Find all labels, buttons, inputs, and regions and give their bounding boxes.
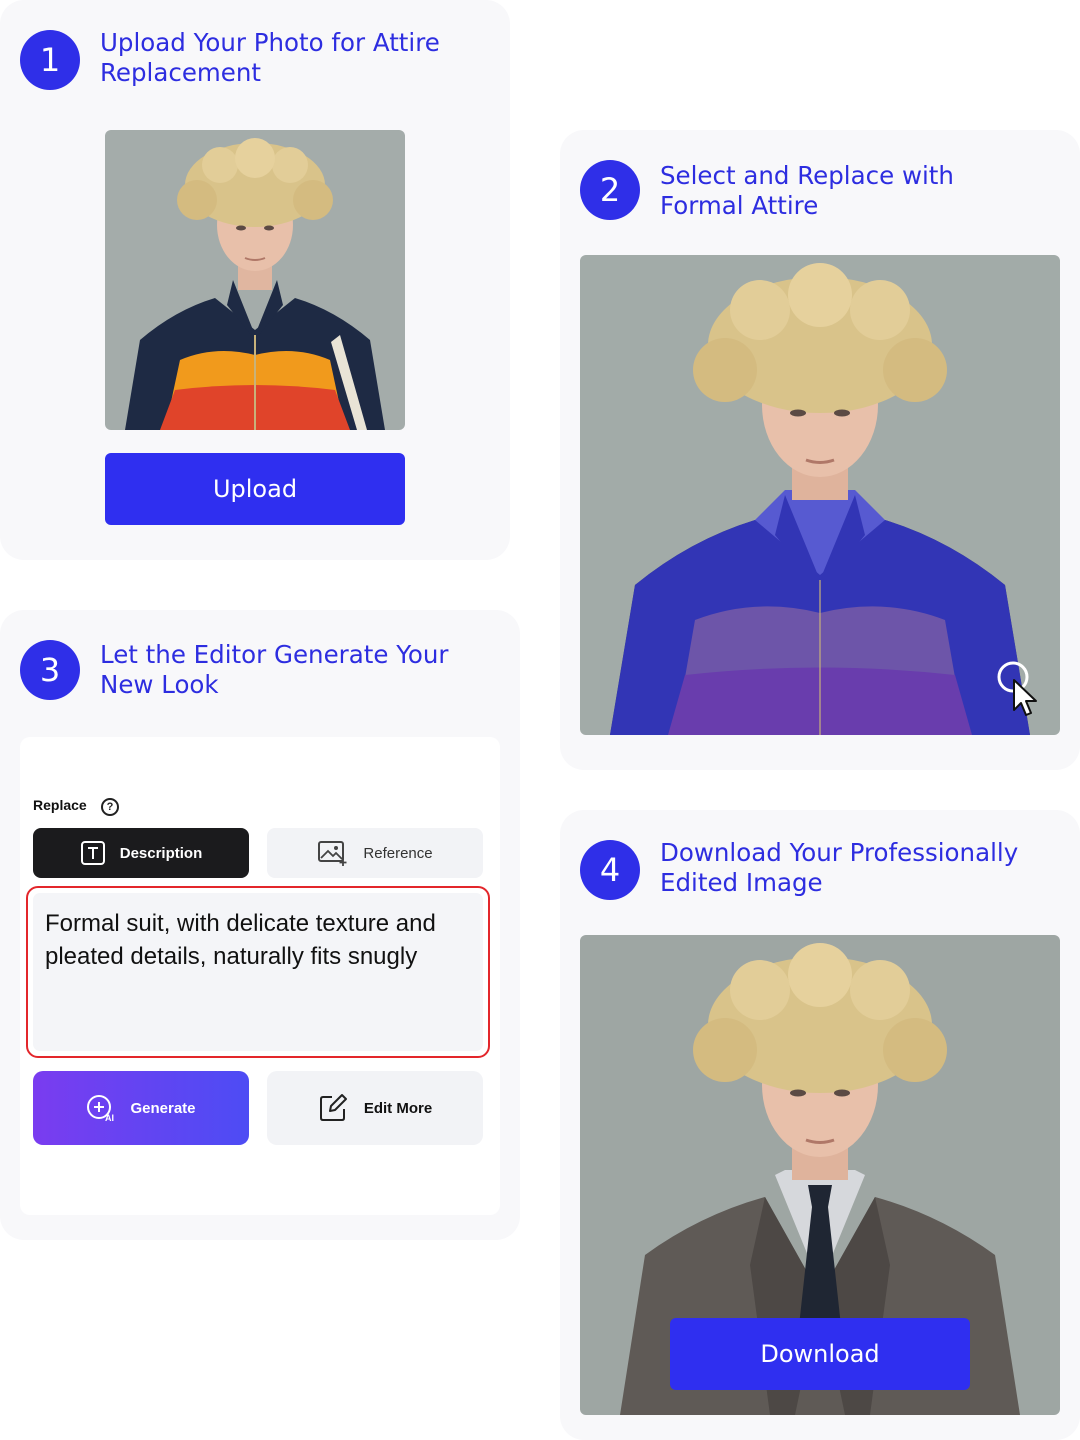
step-number-3: 3 [20, 640, 80, 700]
step2-title: Select and Replace with Formal Attire [660, 161, 954, 220]
upload-button[interactable]: Upload [105, 453, 405, 525]
help-icon[interactable]: ? [101, 798, 119, 816]
edit-more-label: Edit More [363, 1099, 433, 1117]
generate-label: Generate [130, 1099, 196, 1117]
step1-title: Upload Your Photo for Attire Replacement [100, 28, 440, 87]
download-button[interactable]: Download [670, 1318, 970, 1390]
tab-reference[interactable]: Reference [267, 828, 483, 878]
ai-plus-icon: AI [86, 1094, 116, 1122]
tab-description[interactable]: Description [33, 828, 249, 878]
uploaded-photo [105, 130, 405, 430]
generate-button[interactable]: AI Generate [33, 1071, 249, 1145]
step-number-1: 1 [20, 30, 80, 90]
step3-title: Let the Editor Generate Your New Look [100, 640, 449, 699]
description-text: Formal suit, with delicate texture and p… [33, 893, 483, 1051]
description-textarea[interactable]: Formal suit, with delicate texture and p… [26, 886, 490, 1058]
step4-title: Download Your Professionally Edited Imag… [660, 838, 1019, 897]
pointer-cursor-icon [997, 661, 1037, 716]
text-box-icon [80, 840, 106, 866]
replace-label: Replace [33, 797, 87, 813]
tab-description-label: Description [119, 844, 203, 862]
step-number-2: 2 [580, 160, 640, 220]
svg-text:AI: AI [105, 1113, 114, 1122]
edit-pencil-icon [318, 1093, 348, 1123]
tab-reference-label: Reference [363, 844, 433, 862]
step-number-4: 4 [580, 840, 640, 900]
edit-more-button[interactable]: Edit More [267, 1071, 483, 1145]
selection-photo[interactable] [580, 255, 1060, 735]
image-add-icon [317, 840, 349, 866]
